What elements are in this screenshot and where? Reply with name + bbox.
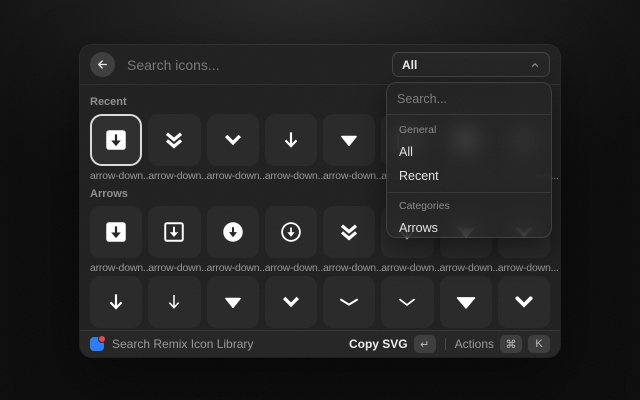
tile-label: arrow-down... <box>265 262 317 274</box>
enter-key-badge[interactable]: ↵ <box>414 335 436 353</box>
category-dropdown-panel: GeneralAllRecentCategoriesArrowsBuilding… <box>386 82 552 238</box>
arrow-down-box-fill-icon <box>103 219 129 245</box>
cmd-key-badge[interactable]: ⌘ <box>500 335 522 353</box>
tile-label: arrow-down... <box>440 262 492 274</box>
icon-tile-chevron-down-thin[interactable] <box>381 276 433 328</box>
arrow-down-box-line-icon <box>161 219 187 245</box>
tile-label: arrow-down... <box>90 170 142 182</box>
icon-tile-arrow-down-box-fill[interactable] <box>90 206 142 258</box>
dropdown-item-recent[interactable]: Recent <box>393 164 545 188</box>
footer-bar: Search Remix Icon Library Copy SVG ↵ Act… <box>80 330 560 357</box>
dropdown-list: GeneralAllRecentCategoriesArrowsBuilding… <box>387 115 551 238</box>
icon-tile-arrow-down-double[interactable] <box>323 206 375 258</box>
k-key-badge[interactable]: K <box>528 335 550 353</box>
chevron-up-icon <box>530 60 540 70</box>
icon-search-window: All Recent arrow-down... arrow-down... arro… <box>80 45 560 357</box>
chevron-down-thin-wide-icon <box>336 289 362 315</box>
icon-tile-chevron-down-bold[interactable] <box>207 114 259 166</box>
actions-menu-button[interactable]: Actions <box>455 337 494 351</box>
footer-title: Search Remix Icon Library <box>112 337 341 351</box>
tile-cell <box>440 276 492 328</box>
dropdown-search-input[interactable] <box>387 83 551 115</box>
arrow-down-circle-fill-icon <box>220 219 246 245</box>
tile-cell: arrow-down... <box>90 114 142 182</box>
dropdown-item-all[interactable]: All <box>393 140 545 164</box>
arrow-left-icon <box>96 58 109 71</box>
icon-tile-triangle-down-fill[interactable] <box>323 114 375 166</box>
icon-tile-arrow-down-long-thin[interactable] <box>148 276 200 328</box>
tile-label: arrow-down... <box>148 170 200 182</box>
icon-tile-arrow-down-box-line[interactable] <box>148 206 200 258</box>
icon-tile-arrow-down-box-fill[interactable] <box>90 114 142 166</box>
tile-cell: arrow-down... <box>265 114 317 182</box>
footer-actions: Copy SVG ↵ Actions ⌘ K <box>349 335 550 353</box>
tile-label: arrow-down... <box>498 262 550 274</box>
dropdown-item-arrows[interactable]: Arrows <box>393 216 545 238</box>
footer-divider <box>445 338 446 350</box>
tile-label: arrow-down... <box>265 170 317 182</box>
tile-cell: arrow-down... <box>207 206 259 274</box>
tile-cell <box>148 276 200 328</box>
arrow-down-long-icon <box>103 289 129 315</box>
tile-label: arrow-down... <box>381 262 433 274</box>
filter-value: All <box>402 58 417 72</box>
triangle-down-fill-icon <box>336 127 362 153</box>
chevron-down-bold-icon <box>278 289 304 315</box>
arrow-down-long-icon <box>278 127 304 153</box>
extension-logo-icon <box>90 337 104 351</box>
tile-cell <box>90 276 142 328</box>
tile-cell <box>498 276 550 328</box>
tile-cell: arrow-down... <box>90 206 142 274</box>
tile-label: arrow-down... <box>148 262 200 274</box>
tile-label: arrow-down... <box>323 170 375 182</box>
tile-cell <box>323 276 375 328</box>
triangle-down-fill-icon <box>220 289 246 315</box>
icon-tile-arrow-down-circle-line[interactable] <box>265 206 317 258</box>
tile-cell: arrow-down... <box>207 114 259 182</box>
arrow-down-double-icon <box>161 127 187 153</box>
tile-cell: arrow-down... <box>323 206 375 274</box>
dropdown-group-label-categories: Categories <box>393 193 545 216</box>
arrow-down-long-thin-icon <box>161 289 187 315</box>
triangle-down-fill-wide-icon <box>453 289 479 315</box>
icon-tile-chevron-down-thick[interactable] <box>498 276 550 328</box>
tile-cell <box>381 276 433 328</box>
arrow-down-circle-line-icon <box>278 219 304 245</box>
back-button[interactable] <box>90 52 115 77</box>
icon-tile-chevron-down-bold[interactable] <box>265 276 317 328</box>
tile-cell: arrow-down... <box>148 206 200 274</box>
category-filter-select[interactable]: All <box>392 52 550 77</box>
arrow-down-box-fill-icon <box>103 127 129 153</box>
tile-label: arrow-down... <box>323 262 375 274</box>
tile-cell <box>265 276 317 328</box>
tile-label: arrow-down... <box>207 170 259 182</box>
chevron-down-thin-icon <box>394 289 420 315</box>
icon-tile-triangle-down-fill-wide[interactable] <box>440 276 492 328</box>
tile-cell: arrow-down... <box>265 206 317 274</box>
arrow-down-double-icon <box>336 219 362 245</box>
icon-tile-chevron-down-thin-wide[interactable] <box>323 276 375 328</box>
chevron-down-bold-icon <box>220 127 246 153</box>
topbar: All <box>80 45 560 85</box>
chevron-down-thick-icon <box>511 289 537 315</box>
tile-label: arrow-down... <box>90 262 142 274</box>
tile-cell: arrow-down... <box>323 114 375 182</box>
tile-cell <box>207 276 259 328</box>
tile-row <box>90 276 550 328</box>
icon-tile-arrow-down-long[interactable] <box>265 114 317 166</box>
dropdown-group-label-general: General <box>393 117 545 140</box>
icon-search-input[interactable] <box>125 56 382 74</box>
tile-cell: arrow-down... <box>148 114 200 182</box>
icon-tile-triangle-down-fill[interactable] <box>207 276 259 328</box>
icon-tile-arrow-down-double[interactable] <box>148 114 200 166</box>
tile-label: arrow-down... <box>207 262 259 274</box>
icon-tile-arrow-down-long[interactable] <box>90 276 142 328</box>
icon-tile-arrow-down-circle-fill[interactable] <box>207 206 259 258</box>
copy-svg-action[interactable]: Copy SVG <box>349 337 408 351</box>
